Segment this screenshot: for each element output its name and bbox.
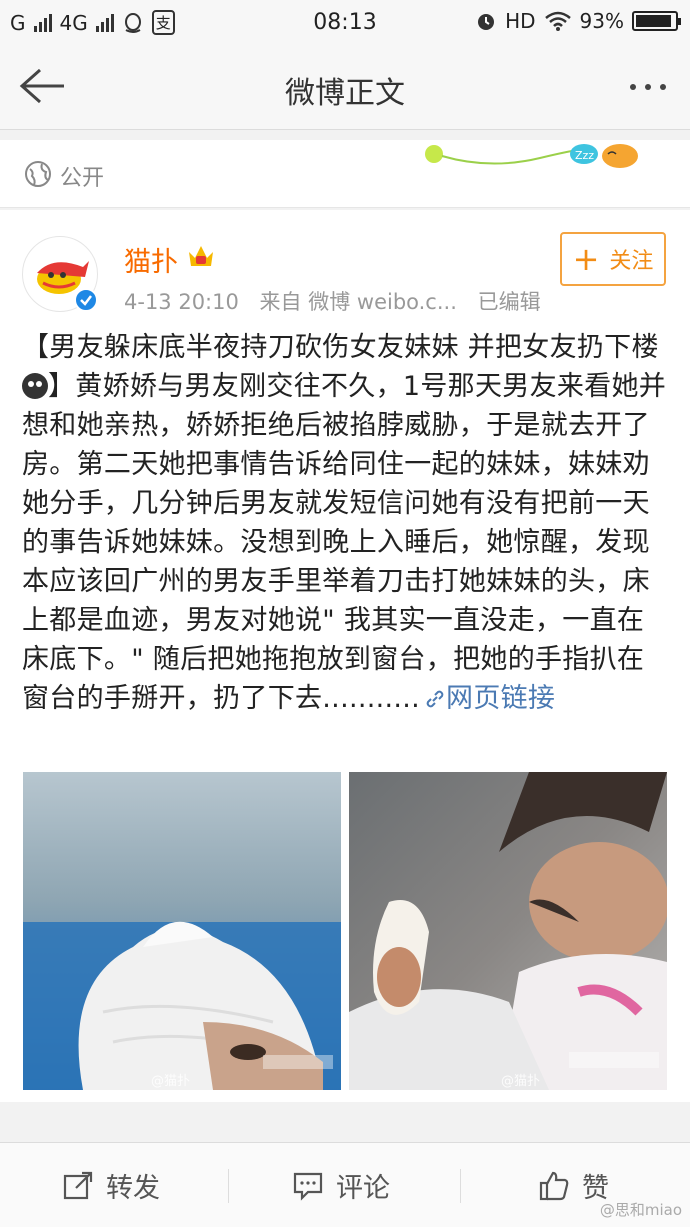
- comment-label: 评论: [336, 1173, 390, 1204]
- photo-1-watermark: @猫扑: [151, 1074, 191, 1089]
- status-right: HD 93%: [475, 9, 681, 33]
- comment-icon: [293, 1172, 323, 1201]
- more-button[interactable]: [624, 72, 672, 102]
- photo-2-image: [349, 772, 667, 1090]
- post-meta: 4-13 20:10 来自 微博 weibo.c... 已编辑: [124, 286, 555, 316]
- repost-icon: [63, 1171, 93, 1199]
- battery-icon: [632, 11, 681, 31]
- repost-button[interactable]: 转发: [62, 1143, 160, 1227]
- nav-bar: 微博正文: [0, 44, 690, 130]
- crying-emoji-icon: [22, 373, 48, 399]
- visibility-bar: 公开 Zzz: [0, 140, 690, 208]
- alarm-icon: [478, 14, 495, 30]
- hd-label: HD: [505, 9, 536, 33]
- globe-icon: [25, 161, 51, 187]
- photo-2-watermark: @猫扑: [501, 1074, 541, 1089]
- visibility-label: 公开: [60, 166, 105, 191]
- edited-label: 已编辑: [477, 290, 541, 314]
- divider: [460, 1169, 461, 1203]
- page-title: 微博正文: [285, 76, 405, 111]
- verified-badge-icon: [74, 288, 98, 312]
- sleeping-cat-decoration: Zzz: [425, 144, 638, 168]
- vip-crown-icon: [189, 246, 213, 266]
- web-link[interactable]: 网页链接: [420, 683, 555, 714]
- plus-icon: +: [572, 240, 600, 278]
- follow-label: 关注: [609, 249, 654, 274]
- post-card: 猫扑 4-13 20:10 来自 微博 weibo.c... 已编辑 + 关注 …: [0, 210, 690, 1102]
- link-icon: [426, 690, 444, 708]
- divider: [228, 1169, 229, 1203]
- post-photo-1[interactable]: @猫扑: [23, 772, 341, 1090]
- photo-1-image: [23, 772, 341, 1090]
- post-text: 【男友躲床底半夜持刀砍伤女友妹妹 并把女友扔下楼】黄娇娇与男友刚交往不久，1号那…: [22, 328, 670, 718]
- like-button[interactable]: 赞: [538, 1143, 609, 1227]
- follow-button[interactable]: + 关注: [560, 232, 666, 286]
- post-text-part-1: 【男友躲床底半夜持刀砍伤女友妹妹 并把女友扔下楼: [22, 332, 659, 363]
- post-source[interactable]: 来自 微博 weibo.c...: [260, 290, 457, 314]
- action-bar: 转发 评论 赞 @思和miao: [0, 1142, 690, 1227]
- post-text-part-2: 】黄娇娇与男友刚交往不久，1号那天男友来看她并想和她亲热，娇娇拒绝后被掐脖威胁，…: [22, 371, 667, 714]
- post-photo-2[interactable]: @猫扑: [349, 772, 667, 1090]
- web-link-label: 网页链接: [446, 683, 556, 714]
- status-bar: G 4G 支 08:13 HD 93%: [0, 0, 690, 44]
- comment-button[interactable]: 评论: [292, 1143, 390, 1227]
- zzz-text: Zzz: [575, 149, 594, 162]
- battery-percent: 93%: [579, 9, 624, 33]
- thumbs-up-icon: [539, 1171, 569, 1200]
- weibo-watermark: @思和miao: [599, 1201, 682, 1219]
- wifi-icon: [544, 11, 571, 31]
- post-timestamp: 4-13 20:10: [124, 290, 239, 314]
- username[interactable]: 猫扑: [124, 240, 178, 279]
- repost-label: 转发: [106, 1173, 160, 1204]
